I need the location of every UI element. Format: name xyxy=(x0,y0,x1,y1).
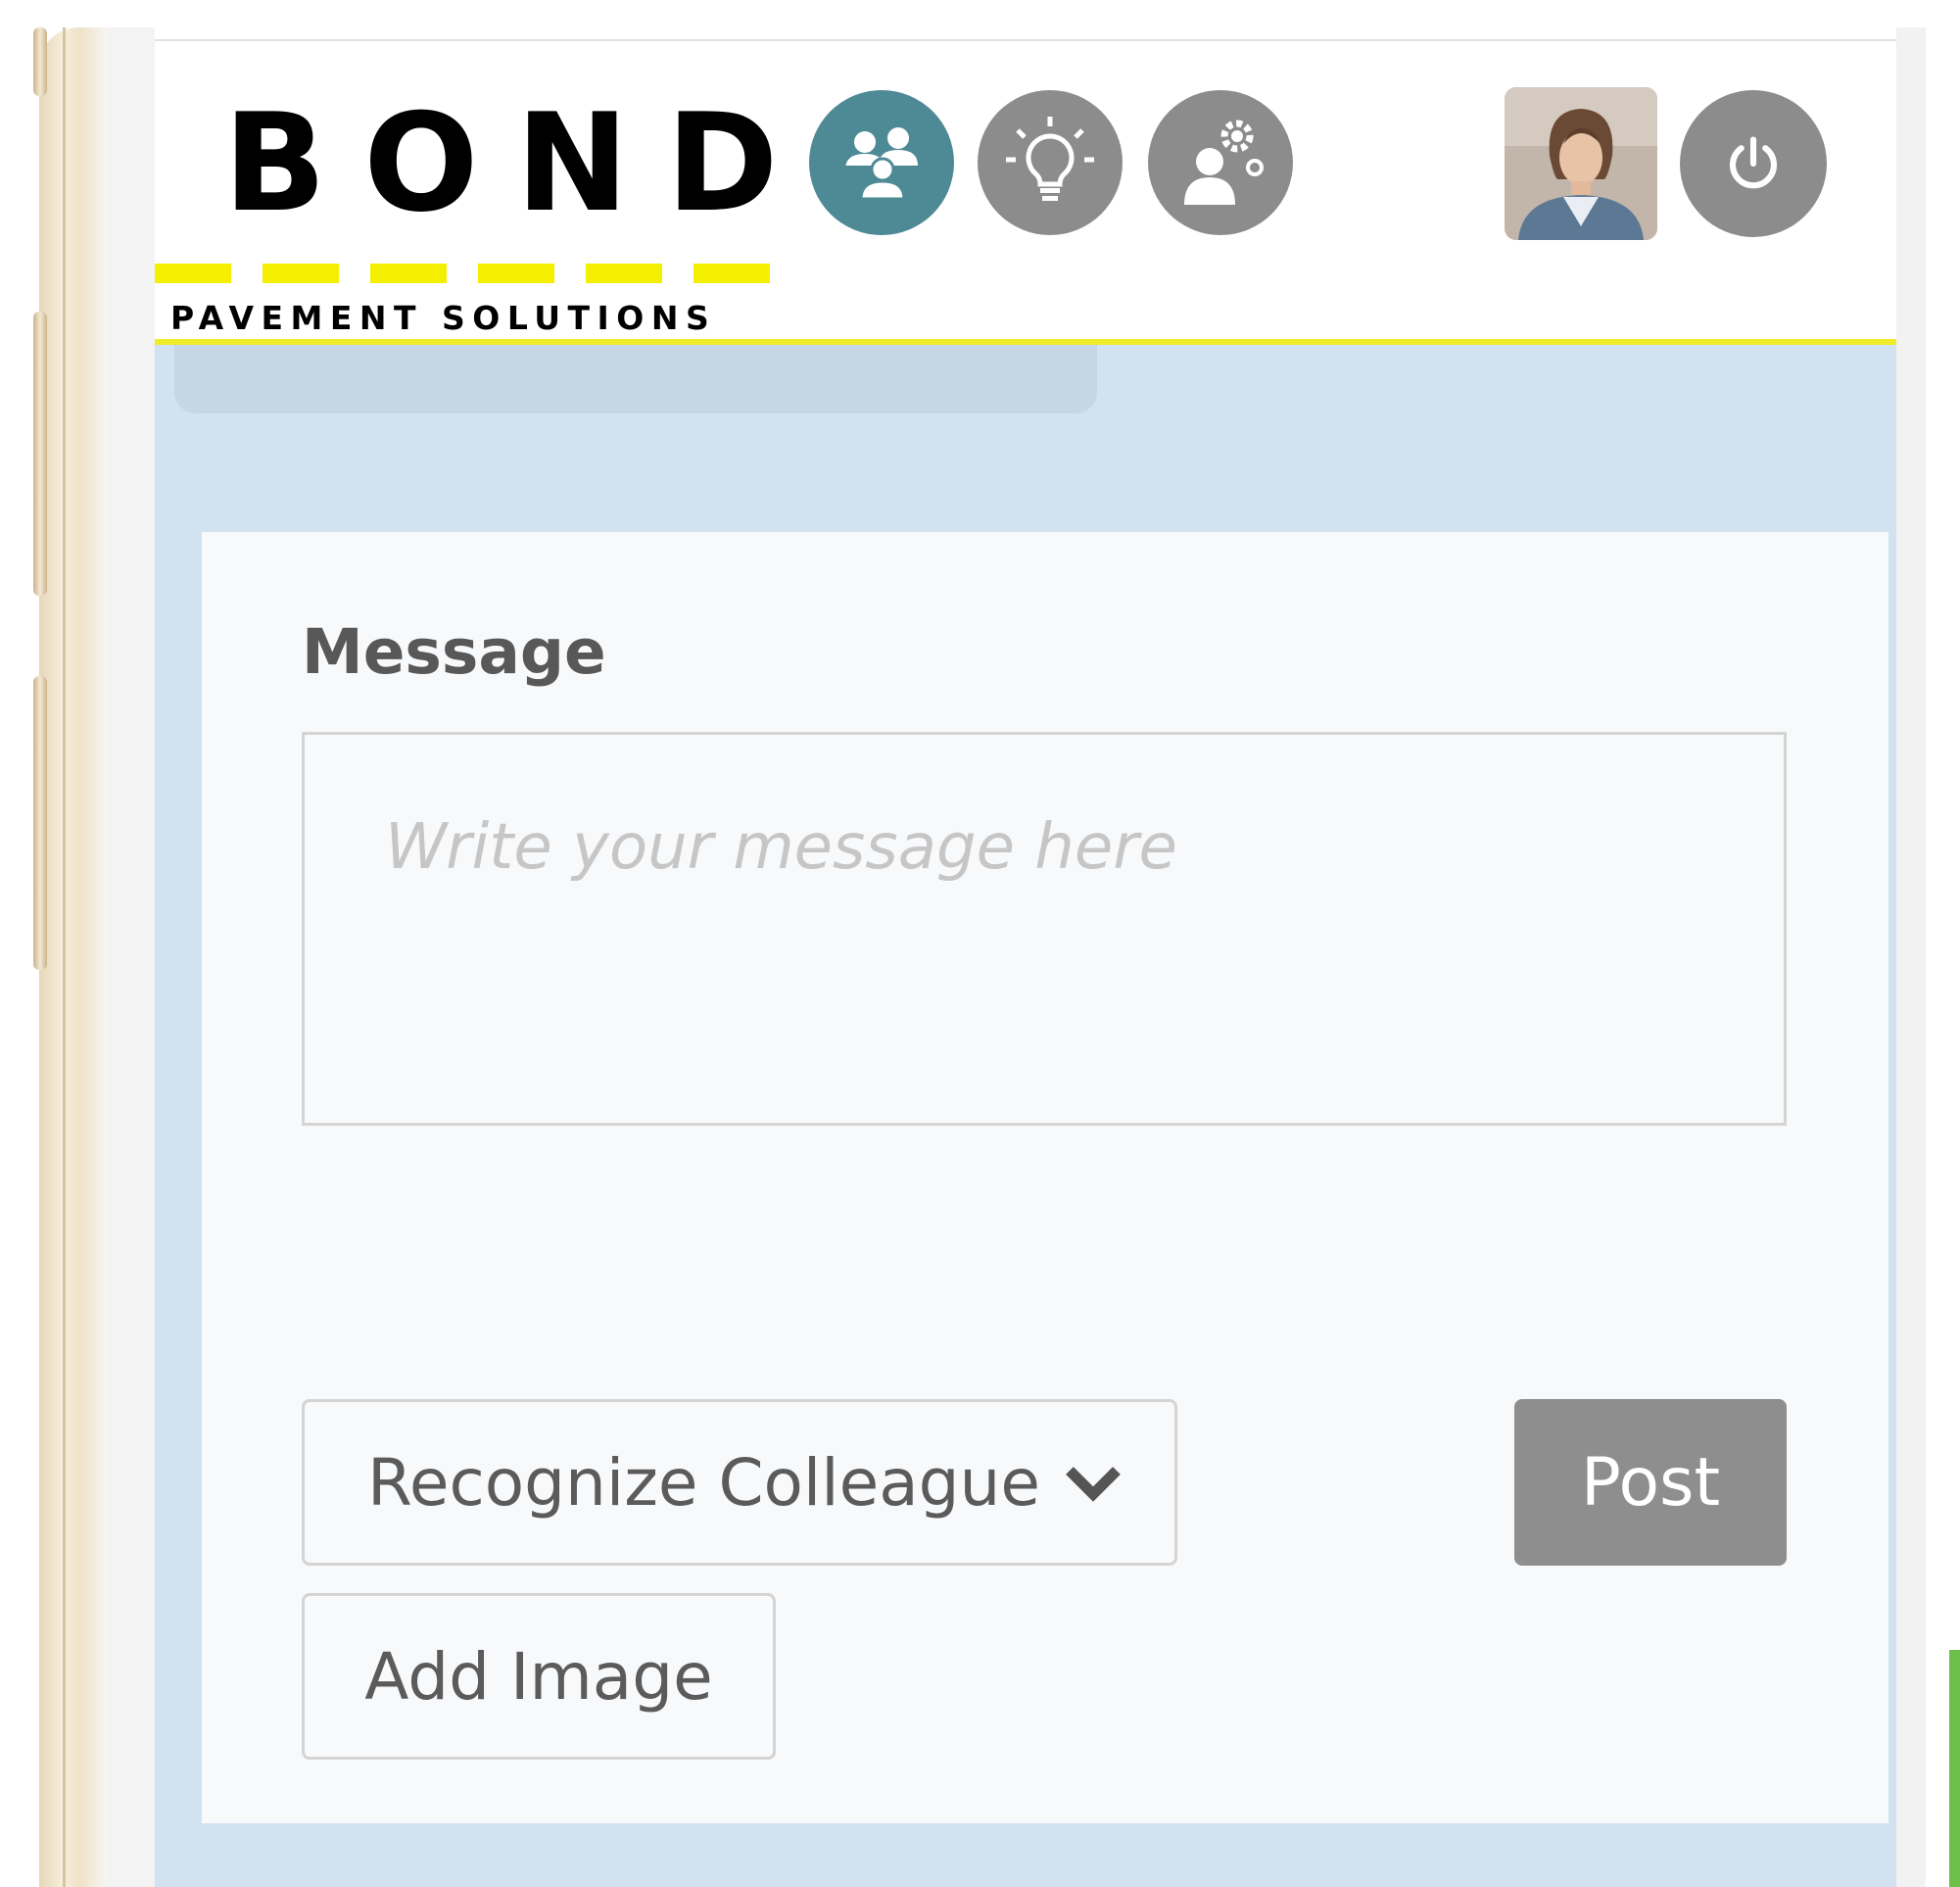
user-avatar[interactable] xyxy=(1505,87,1657,240)
person-gear-icon xyxy=(1184,120,1264,205)
power-icon xyxy=(1729,136,1778,189)
phone-side-button xyxy=(33,27,47,96)
logo-tagline: PAVEMENT SOLUTIONS xyxy=(170,299,717,337)
post-type-select[interactable]: Recognize Colleague xyxy=(302,1399,1177,1566)
chevron-down-icon xyxy=(1062,1461,1124,1504)
add-image-button[interactable]: Add Image xyxy=(302,1593,776,1760)
message-input[interactable] xyxy=(302,732,1787,1126)
bond-logo[interactable]: BOND PAVEMENT SOLUTIONS xyxy=(155,95,779,350)
phone-bezel-left xyxy=(108,27,155,1887)
lightbulb-icon xyxy=(1006,117,1094,201)
post-button[interactable]: Post xyxy=(1514,1399,1787,1566)
logout-button[interactable] xyxy=(1680,90,1827,237)
avatar-photo xyxy=(1505,87,1657,240)
message-label: Message xyxy=(302,616,606,688)
phone-frame xyxy=(39,27,108,1887)
green-side-tab xyxy=(1949,1650,1960,1887)
post-type-selected-value: Recognize Colleague xyxy=(367,1444,1040,1521)
phone-volume-down-button xyxy=(33,676,47,970)
post-composer-card: Message Recognize Colleague Post Add Ima… xyxy=(202,532,1888,1823)
phone-frame-line xyxy=(63,27,66,1887)
nav-colleagues-button[interactable] xyxy=(809,90,954,235)
nav-ideas-button[interactable] xyxy=(978,90,1123,235)
logo-yellow-dashes xyxy=(155,264,770,283)
phone-volume-up-button xyxy=(33,312,47,596)
phone-bezel-right xyxy=(1896,27,1926,1887)
app-screen: BOND PAVEMENT SOLUTIONS Message Write yo… xyxy=(155,39,1896,1887)
nav-settings-button[interactable] xyxy=(1148,90,1293,235)
colleagues-icon xyxy=(841,127,922,201)
faded-toolbar xyxy=(174,345,1097,413)
logo-wordmark: BOND xyxy=(223,84,816,242)
app-header: BOND PAVEMENT SOLUTIONS xyxy=(155,39,1896,345)
